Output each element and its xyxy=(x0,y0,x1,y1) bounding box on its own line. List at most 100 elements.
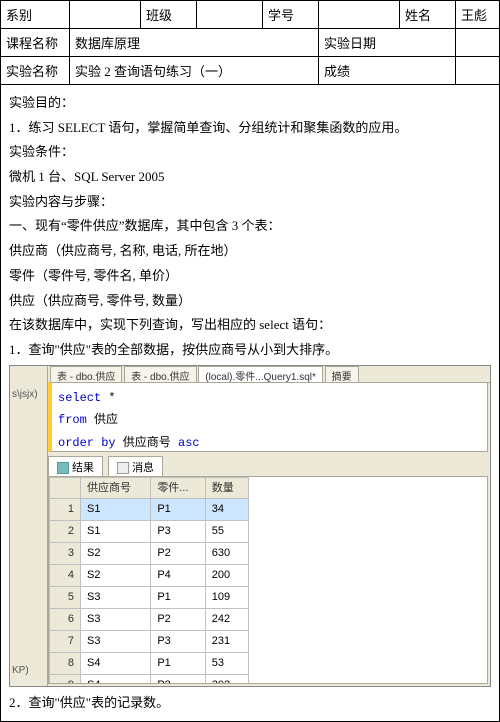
cell-supplierno: S4 xyxy=(81,652,151,674)
question-1: 1．查询"供应"表的全部数据，按供应商号从小到大排序。 xyxy=(9,338,491,363)
tab-table-1[interactable]: 表 - dbo.供应 xyxy=(50,366,122,383)
row-number: 5 xyxy=(50,587,81,609)
row-number: 3 xyxy=(50,543,81,565)
row-number: 4 xyxy=(50,565,81,587)
row-number: 9 xyxy=(50,674,81,683)
code-from-table: 供应 xyxy=(87,413,118,427)
cell-qty: 231 xyxy=(205,630,248,652)
table-row[interactable]: 4S2P4200 xyxy=(50,565,249,587)
conditions-title: 实验条件： xyxy=(9,140,491,165)
table-row[interactable]: 6S3P2242 xyxy=(50,608,249,630)
col-partno[interactable]: 零件... xyxy=(151,477,205,499)
table-row[interactable]: 8S4P153 xyxy=(50,652,249,674)
tab-summary[interactable]: 摘要 xyxy=(325,366,359,383)
lab-report-page: 系别 班级 学号 姓名 王彪 课程名称 数据库原理 实验日期 实验名称 实验 2… xyxy=(0,0,500,722)
grade-label: 成绩 xyxy=(319,57,456,85)
table-row[interactable]: 5S3P1109 xyxy=(50,587,249,609)
cell-qty: 242 xyxy=(205,608,248,630)
row-number: 8 xyxy=(50,652,81,674)
cell-qty: 55 xyxy=(205,521,248,543)
results-grid-wrap: 供应商号 零件... 数量 1S1P1342S1P3553S2P26304S2P… xyxy=(48,476,488,684)
studentno-value xyxy=(319,1,400,29)
date-value xyxy=(456,29,500,57)
cell-supplierno: S3 xyxy=(81,587,151,609)
col-rownum[interactable] xyxy=(50,477,81,499)
col-supplierno[interactable]: 供应商号 xyxy=(81,477,151,499)
name-value: 王彪 xyxy=(456,1,500,29)
sql-editor[interactable]: select * from 供应 order by 供应商号 asc xyxy=(48,382,488,452)
code-star: * xyxy=(101,391,115,405)
object-explorer-strip[interactable]: s\jsjx) KP) xyxy=(10,366,48,686)
cell-supplierno: S2 xyxy=(81,565,151,587)
header-row-1: 系别 班级 学号 姓名 王彪 xyxy=(1,1,499,29)
cell-partno: P1 xyxy=(151,652,205,674)
code-order-col: 供应商号 xyxy=(116,436,178,450)
class-value xyxy=(197,1,263,29)
table-row[interactable]: 3S2P2630 xyxy=(50,543,249,565)
cell-qty: 630 xyxy=(205,543,248,565)
report-body: 实验目的： 1．练习 SELECT 语句，掌握简单查询、分组统计和聚集函数的应用… xyxy=(1,85,499,721)
kw-asc: asc xyxy=(178,436,200,450)
row-number: 6 xyxy=(50,608,81,630)
steps-instruction: 在该数据库中，实现下列查询，写出相应的 select 语句： xyxy=(9,313,491,338)
purpose-title: 实验目的： xyxy=(9,91,491,116)
row-number: 7 xyxy=(50,630,81,652)
table-supply: 供应（供应商号, 零件号, 数量） xyxy=(9,289,491,314)
date-label: 实验日期 xyxy=(319,29,456,57)
table-row[interactable]: 1S1P134 xyxy=(50,499,249,521)
class-label: 班级 xyxy=(141,1,197,29)
kw-from: from xyxy=(58,413,87,427)
cell-supplierno: S3 xyxy=(81,608,151,630)
kw-orderby: order by xyxy=(58,436,116,450)
table-row[interactable]: 2S1P355 xyxy=(50,521,249,543)
conditions-text: 微机 1 台、SQL Server 2005 xyxy=(9,165,491,190)
cell-partno: P4 xyxy=(151,565,205,587)
cell-partno: P2 xyxy=(151,543,205,565)
dept-value xyxy=(70,1,141,29)
cell-supplierno: S1 xyxy=(81,499,151,521)
results-grid: 供应商号 零件... 数量 1S1P1342S1P3553S2P26304S2P… xyxy=(49,477,249,684)
course-label: 课程名称 xyxy=(1,29,70,57)
studentno-label: 学号 xyxy=(263,1,319,29)
cell-supplierno: S3 xyxy=(81,630,151,652)
header-table: 系别 班级 学号 姓名 王彪 课程名称 数据库原理 实验日期 实验名称 实验 2… xyxy=(1,1,499,85)
name-label: 姓名 xyxy=(400,1,456,29)
cell-partno: P1 xyxy=(151,499,205,521)
steps-intro: 一、现有“零件供应”数据库，其中包含 3 个表： xyxy=(9,214,491,239)
result-tabs: 结果 消息 xyxy=(48,456,165,474)
tab-query-active[interactable]: (local).零件...Query1.sql* xyxy=(198,366,323,383)
message-icon xyxy=(117,462,129,474)
header-row-3: 实验名称 实验 2 查询语句练习（一） 成绩 xyxy=(1,57,499,85)
purpose-item-1: 1．练习 SELECT 语句，掌握简单查询、分组统计和聚集函数的应用。 xyxy=(9,116,491,141)
tab-table-2[interactable]: 表 - dbo.供应 xyxy=(124,366,196,383)
col-qty[interactable]: 数量 xyxy=(205,477,248,499)
course-value: 数据库原理 xyxy=(70,29,319,57)
table-row[interactable]: 7S3P3231 xyxy=(50,630,249,652)
dept-label: 系别 xyxy=(1,1,70,29)
cell-partno: P3 xyxy=(151,521,205,543)
cell-qty: 53 xyxy=(205,652,248,674)
steps-title: 实验内容与步骤： xyxy=(9,190,491,215)
sql-server-screenshot: • × s\jsjx) KP) 表 - dbo.供应 表 - dbo.供应 (l… xyxy=(9,365,491,687)
cell-supplierno: S1 xyxy=(81,521,151,543)
cell-supplierno: S4 xyxy=(81,674,151,683)
tree-node-label[interactable]: s\jsjx) xyxy=(10,384,47,405)
grade-value xyxy=(456,57,500,85)
cell-qty: 200 xyxy=(205,565,248,587)
expname-label: 实验名称 xyxy=(1,57,70,85)
table-row[interactable]: 9S4P2302 xyxy=(50,674,249,683)
cell-qty: 34 xyxy=(205,499,248,521)
kw-select: select xyxy=(58,391,101,405)
expname-value: 实验 2 查询语句练习（一） xyxy=(70,57,319,85)
cell-qty: 302 xyxy=(205,674,248,683)
cell-supplierno: S2 xyxy=(81,543,151,565)
cell-partno: P2 xyxy=(151,674,205,683)
row-number: 2 xyxy=(50,521,81,543)
cell-qty: 109 xyxy=(205,587,248,609)
cell-partno: P2 xyxy=(151,608,205,630)
cell-partno: P3 xyxy=(151,630,205,652)
row-number: 1 xyxy=(50,499,81,521)
table-supplier: 供应商（供应商号, 名称, 电话, 所在地） xyxy=(9,239,491,264)
tree-kp-label: KP) xyxy=(12,661,29,680)
header-row-2: 课程名称 数据库原理 实验日期 xyxy=(1,29,499,57)
